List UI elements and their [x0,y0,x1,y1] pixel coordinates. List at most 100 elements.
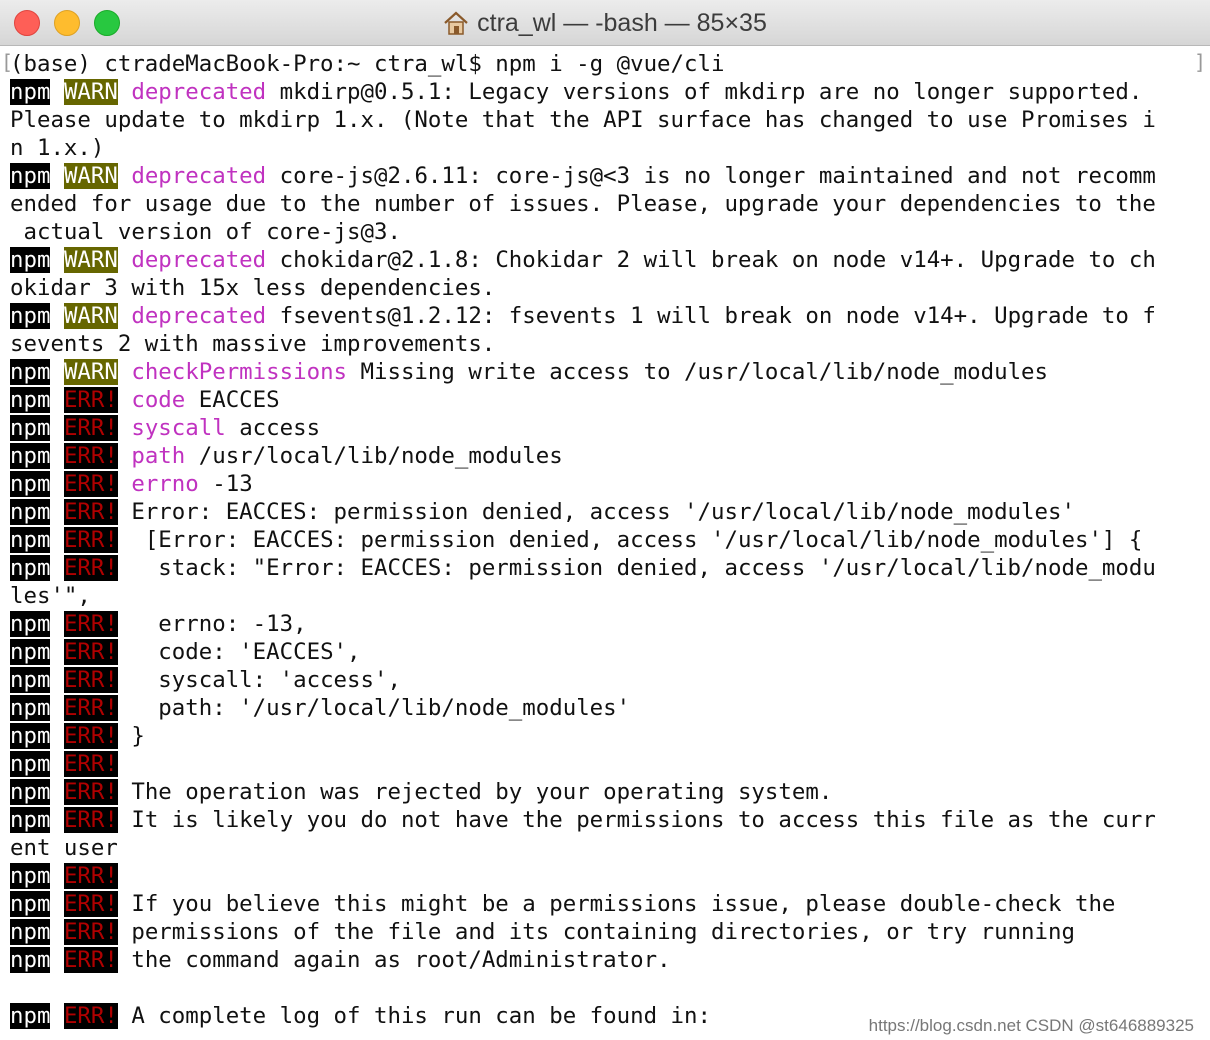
terminal-line: npm WARN deprecated chokidar@2.1.8: Chok… [10,246,1156,274]
home-icon [444,11,468,35]
err-tag: ERR! [63,779,118,805]
npm-tag: npm [10,303,51,329]
npm-tag: npm [10,499,51,525]
warn-tag: WARN [63,359,118,385]
log-key: deprecated [131,303,267,329]
npm-tag: npm [10,79,51,105]
npm-tag: npm [10,387,51,413]
line-text: okidar 3 with 15x less dependencies. [10,275,496,301]
terminal-line: npm ERR! Error: EACCES: permission denie… [10,498,1156,526]
line-text [118,79,131,105]
log-key: checkPermissions [131,359,348,385]
terminal-line: npm WARN deprecated core-js@2.6.11: core… [10,162,1156,190]
line-text [50,807,63,833]
line-text: the command again as root/Administrator. [117,947,671,973]
log-key: path [131,443,186,469]
npm-tag: npm [10,807,51,833]
line-text [50,163,63,189]
terminal-line: (base) ctradeMacBook-Pro:~ ctra_wl$ npm … [10,50,1156,78]
err-tag: ERR! [63,443,118,469]
err-tag: ERR! [63,891,118,917]
err-tag: ERR! [63,947,118,973]
npm-tag: npm [10,919,51,945]
err-tag: ERR! [63,807,118,833]
line-text [118,247,131,273]
terminal-line: npm ERR! [10,750,1156,778]
err-tag: ERR! [63,611,118,637]
terminal-line: npm ERR! code: 'EACCES', [10,638,1156,666]
line-text [50,947,63,973]
line-text [50,303,63,329]
line-text [50,891,63,917]
terminal-line: npm ERR! permissions of the file and its… [10,918,1156,946]
log-key: code [131,387,186,413]
npm-tag: npm [10,695,51,721]
log-key: deprecated [131,163,267,189]
warn-tag: WARN [63,247,118,273]
line-text: code: 'EACCES', [117,639,361,665]
err-tag: ERR! [63,723,118,749]
line-text: A complete log of this run can be found … [117,1003,711,1029]
line-text: } [117,723,145,749]
npm-tag: npm [10,471,51,497]
npm-tag: npm [10,611,51,637]
line-text [50,527,63,553]
terminal-line: npm WARN checkPermissions Missing write … [10,358,1156,386]
err-tag: ERR! [63,863,118,889]
line-text: n 1.x.) [10,135,105,161]
line-text [50,443,63,469]
line-text [118,443,131,469]
line-text: EACCES [185,387,280,413]
npm-tag: npm [10,247,51,273]
line-text: syscall: 'access', [117,667,401,693]
npm-tag: npm [10,667,51,693]
err-tag: ERR! [63,415,118,441]
terminal-line: npm ERR! code EACCES [10,386,1156,414]
title-bar: ctra_wl — -bash — 85×35 [0,0,1210,46]
line-text [50,79,63,105]
terminal-line: npm ERR! syscall access [10,414,1156,442]
terminal-line: npm ERR! path: '/usr/local/lib/node_modu… [10,694,1156,722]
line-text: access [225,415,321,441]
line-text: stack: "Error: EACCES: permission denied… [117,555,1156,581]
log-key: deprecated [131,247,267,273]
npm-tag: npm [10,555,51,581]
line-text: mkdirp@0.5.1: Legacy versions of mkdirp … [266,79,1143,105]
npm-tag: npm [10,163,51,189]
line-text: /usr/local/lib/node_modules [185,443,563,469]
line-text: Please update to mkdirp 1.x. (Note that … [10,107,1156,133]
line-text: path: '/usr/local/lib/node_modules' [117,695,631,721]
line-text [118,163,131,189]
terminal-line: Please update to mkdirp 1.x. (Note that … [10,106,1156,134]
line-text [118,359,131,385]
line-text: If you believe this might be a permissio… [117,891,1116,917]
terminal-line: npm ERR! path /usr/local/lib/node_module… [10,442,1156,470]
line-text [118,387,131,413]
err-tag: ERR! [63,471,118,497]
watermark: https://blog.csdn.net CSDN @st646889325 [868,1016,1194,1035]
terminal-line: npm ERR! [Error: EACCES: permission deni… [10,526,1156,554]
line-text: permissions of the file and its containi… [117,919,1075,945]
err-tag: ERR! [63,527,118,553]
terminal-window: ctra_wl — -bash — 85×35 [ ] (base) ctrad… [0,0,1210,1040]
npm-tag: npm [10,947,51,973]
line-text [50,359,63,385]
line-text [50,247,63,273]
terminal-line: npm ERR! [10,862,1156,890]
line-text: Error: EACCES: permission denied, access… [117,499,1075,525]
line-text: actual version of core-js@3. [10,219,401,245]
terminal-line: npm ERR! syscall: 'access', [10,666,1156,694]
scroll-right-bracket: ] [1193,50,1206,74]
npm-tag: npm [10,415,51,441]
npm-tag: npm [10,359,51,385]
terminal-line: npm WARN deprecated mkdirp@0.5.1: Legacy… [10,78,1156,106]
terminal-line: npm ERR! errno: -13, [10,610,1156,638]
line-text [50,471,63,497]
err-tag: ERR! [63,639,118,665]
err-tag: ERR! [63,1003,118,1029]
line-text [50,919,63,945]
terminal-output[interactable]: (base) ctradeMacBook-Pro:~ ctra_wl$ npm … [10,50,1156,1030]
terminal-line: npm ERR! It is likely you do not have th… [10,806,1156,834]
line-text [50,779,63,805]
terminal-line: okidar 3 with 15x less dependencies. [10,274,1156,302]
